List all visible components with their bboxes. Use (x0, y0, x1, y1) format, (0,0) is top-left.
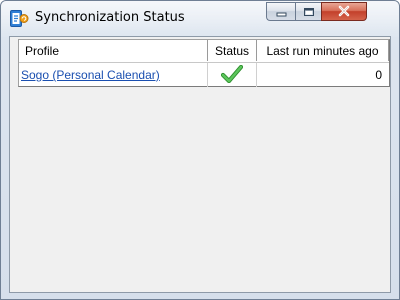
maximize-button[interactable] (295, 2, 321, 21)
table-header: Profile Status Last run minutes ago (19, 40, 389, 61)
table-row[interactable]: Sogo (Personal Calendar) 0 (19, 62, 389, 87)
title-bar[interactable]: Synchronization Status (1, 1, 399, 35)
check-icon (220, 64, 244, 86)
sync-app-icon[interactable] (10, 10, 29, 27)
minimize-button[interactable] (266, 2, 295, 21)
window-title: Synchronization Status (35, 10, 185, 25)
sync-status-table: Profile Status Last run minutes ago Sogo… (18, 39, 390, 87)
client-area: Profile Status Last run minutes ago Sogo… (9, 36, 391, 293)
window-controls (266, 2, 367, 22)
profile-link[interactable]: Sogo (Personal Calendar) (21, 68, 160, 82)
minimize-icon (276, 2, 287, 21)
sync-status-window: Synchronization Status Profile Status La… (0, 0, 400, 300)
status-cell (208, 63, 257, 87)
maximize-icon (303, 2, 315, 21)
column-header-profile[interactable]: Profile (19, 40, 208, 61)
last-run-cell: 0 (375, 68, 382, 82)
close-icon (337, 2, 351, 21)
column-header-last-run[interactable]: Last run minutes ago (257, 40, 389, 61)
close-button[interactable] (321, 2, 367, 21)
column-header-status[interactable]: Status (208, 40, 257, 61)
profile-cell: Sogo (Personal Calendar) (19, 63, 208, 87)
